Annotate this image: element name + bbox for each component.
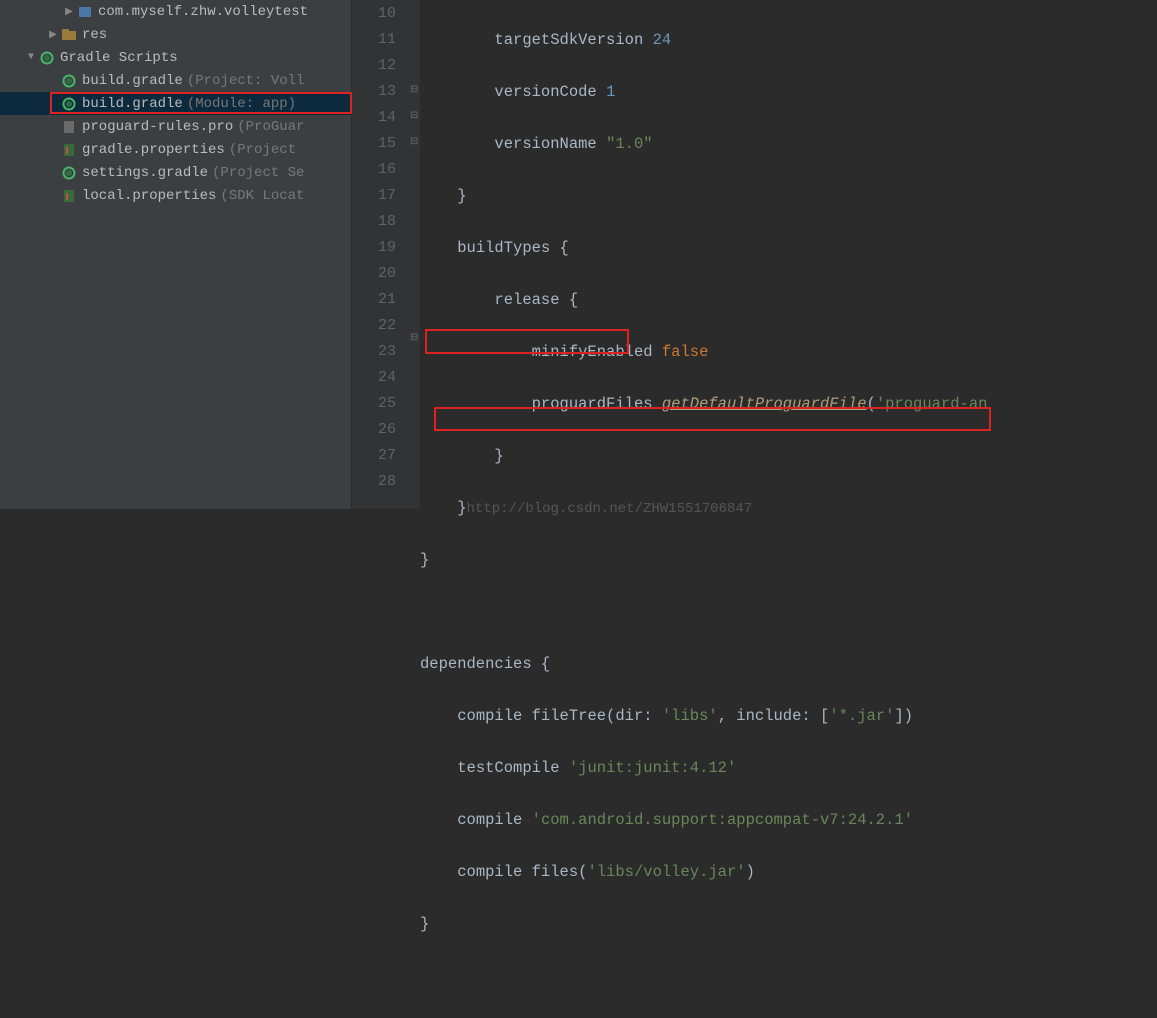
tree-hint: (ProGuar — [237, 119, 304, 135]
code-token: targetSdkVersion — [494, 31, 643, 49]
tree-label: gradle.properties — [82, 142, 225, 158]
code-token: dependencies { — [420, 655, 550, 673]
line-number: 11 — [352, 27, 396, 53]
line-number: 24 — [352, 365, 396, 391]
tree-item-res[interactable]: ▶ res — [0, 23, 351, 46]
properties-icon — [60, 188, 78, 204]
tree-label: local.properties — [82, 188, 216, 204]
code-token: 'libs/volley.jar' — [587, 863, 745, 881]
tree-item-settings-gradle[interactable]: settings.gradle (Project Se — [0, 161, 351, 184]
code-token: } — [494, 447, 503, 465]
tree-label: build.gradle — [82, 96, 183, 112]
expand-arrow-icon[interactable]: ▶ — [46, 29, 60, 41]
code-token: testCompile — [457, 759, 559, 777]
tree-item-build-gradle-project[interactable]: build.gradle (Project: Voll — [0, 69, 351, 92]
code-token: } — [420, 915, 429, 933]
code-editor[interactable]: 10 11 12 13 14 15 16 17 18 19 20 21 22 2… — [352, 0, 1157, 509]
code-token: ]) — [894, 707, 913, 725]
code-token: '*.jar' — [829, 707, 894, 725]
tree-item-proguard[interactable]: proguard-rules.pro (ProGuar — [0, 115, 351, 138]
code-token: ) — [746, 863, 755, 881]
code-token: versionName — [494, 135, 596, 153]
tree-label: proguard-rules.pro — [82, 119, 233, 135]
tree-hint: (Project — [229, 142, 296, 158]
code-token: compile — [457, 811, 522, 829]
tree-label: com.myself.zhw.volleytest — [98, 4, 308, 20]
watermark-text: http://blog.csdn.net/ZHW1551706847 — [467, 501, 753, 517]
line-number: 12 — [352, 53, 396, 79]
project-tree[interactable]: ▶ com.myself.zhw.volleytest ▶ res ▼ Grad… — [0, 0, 352, 509]
tree-item-gradle-properties[interactable]: gradle.properties (Project — [0, 138, 351, 161]
tree-label: settings.gradle — [82, 165, 208, 181]
fold-marker-icon[interactable]: ⊟ — [410, 84, 418, 96]
tree-item-build-gradle-app[interactable]: build.gradle (Module: app) — [0, 92, 351, 115]
fold-marker-icon[interactable]: ⊟ — [410, 332, 418, 344]
code-token: } — [457, 187, 466, 205]
gradle-icon — [60, 165, 78, 181]
code-token: 'com.android.support:appcompat-v7:24.2.1… — [532, 811, 913, 829]
tree-item-package[interactable]: ▶ com.myself.zhw.volleytest — [0, 0, 351, 23]
code-token: getDefaultProguardFile — [662, 395, 867, 413]
line-number: 27 — [352, 443, 396, 469]
tree-label: res — [82, 27, 107, 43]
line-number: 15 — [352, 131, 396, 157]
tree-hint: (Project Se — [212, 165, 304, 181]
code-token: , include: [ — [718, 707, 830, 725]
line-number: 20 — [352, 261, 396, 287]
line-number: 18 — [352, 209, 396, 235]
code-token: false — [662, 343, 709, 361]
line-number-gutter: 10 11 12 13 14 15 16 17 18 19 20 21 22 2… — [352, 0, 408, 509]
line-number: 17 — [352, 183, 396, 209]
code-token: 24 — [653, 31, 672, 49]
tree-item-gradle-scripts[interactable]: ▼ Gradle Scripts — [0, 46, 351, 69]
line-number: 21 — [352, 287, 396, 313]
collapse-arrow-icon[interactable]: ▼ — [24, 52, 38, 63]
code-token: "1.0" — [606, 135, 653, 153]
tree-hint: (SDK Locat — [220, 188, 304, 204]
tree-item-local-properties[interactable]: local.properties (SDK Locat — [0, 184, 351, 207]
code-token: minifyEnabled — [532, 343, 653, 361]
class-icon — [76, 4, 94, 20]
gradle-icon — [60, 96, 78, 112]
gradle-icon — [60, 73, 78, 89]
tree-hint: (Module: app) — [187, 96, 296, 112]
code-token: release { — [494, 291, 578, 309]
line-number: 26 — [352, 417, 396, 443]
gradle-icon — [38, 50, 56, 66]
code-token: proguardFiles — [532, 395, 653, 413]
line-number: 14 — [352, 105, 396, 131]
line-number: 25 — [352, 391, 396, 417]
tree-label: build.gradle — [82, 73, 183, 89]
line-number: 28 — [352, 469, 396, 495]
folder-icon — [60, 27, 78, 43]
line-number: 13 — [352, 79, 396, 105]
code-token: compile fileTree(dir: — [457, 707, 652, 725]
code-token: buildTypes { — [457, 239, 569, 257]
fold-marker-icon[interactable]: ⊟ — [410, 110, 418, 122]
tree-label: Gradle Scripts — [60, 50, 178, 66]
code-token: 'libs' — [662, 707, 718, 725]
code-token: versionCode — [494, 83, 596, 101]
code-area[interactable]: targetSdkVersion 24 versionCode 1 versio… — [420, 0, 1157, 509]
code-token: compile files( — [457, 863, 587, 881]
line-number: 19 — [352, 235, 396, 261]
code-token: } — [420, 551, 429, 569]
line-number: 23 — [352, 339, 396, 365]
tree-hint: (Project: Voll — [187, 73, 305, 89]
file-icon — [60, 119, 78, 135]
fold-gutter[interactable]: ⊟ ⊟ ⊟ ⊟ — [408, 0, 420, 509]
code-token: 1 — [606, 83, 615, 101]
properties-icon — [60, 142, 78, 158]
line-number: 22 — [352, 313, 396, 339]
code-token: 'proguard-an — [876, 395, 988, 413]
code-token: 'junit:junit:4.12' — [569, 759, 736, 777]
expand-arrow-icon[interactable]: ▶ — [62, 6, 76, 18]
fold-marker-icon[interactable]: ⊟ — [410, 136, 418, 148]
line-number: 10 — [352, 1, 396, 27]
line-number: 16 — [352, 157, 396, 183]
